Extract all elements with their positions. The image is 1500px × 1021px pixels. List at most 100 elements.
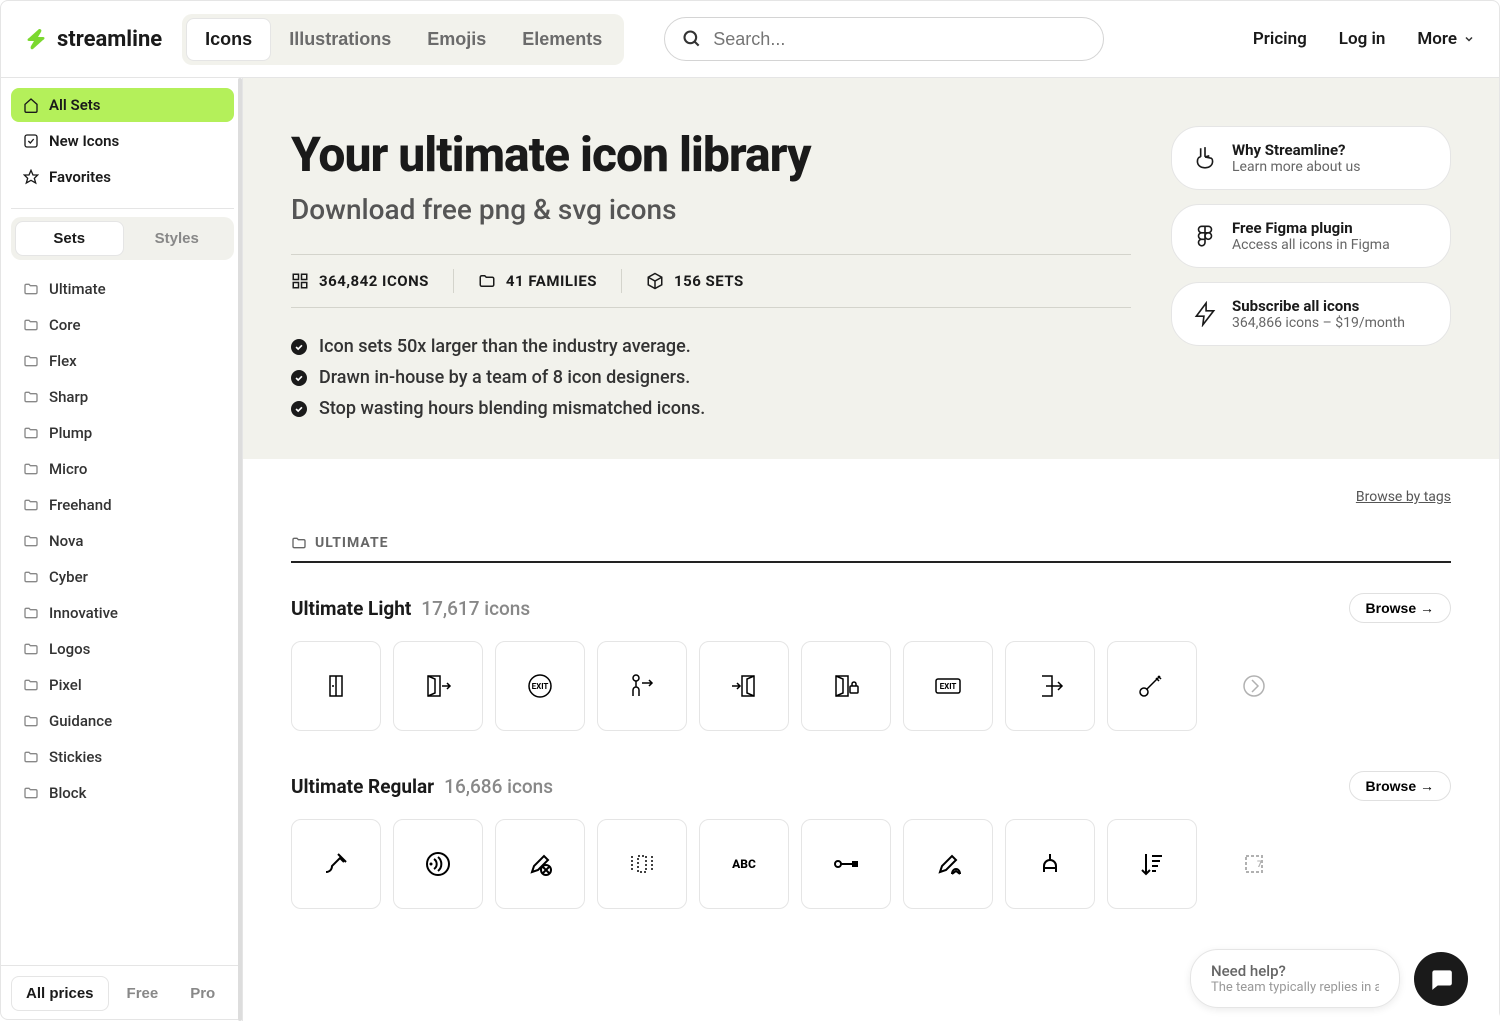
promo-figma[interactable]: Free Figma plugin Access all icons in Fi… (1171, 204, 1451, 268)
bullet-text: Stop wasting hours blending mismatched i… (319, 398, 705, 419)
icon-tile[interactable]: ABC (699, 819, 789, 909)
icon-tile[interactable] (495, 819, 585, 909)
set-row-head: Ultimate Light17,617 iconsBrowse → (291, 593, 1451, 623)
folder-item-innovative[interactable]: Innovative (11, 596, 234, 630)
more-button[interactable]: More (1417, 29, 1475, 49)
folder-item-guidance[interactable]: Guidance (11, 704, 234, 738)
check-icon (291, 401, 307, 417)
icon-tile[interactable] (1209, 641, 1299, 731)
stats-bar: 364,842 ICONS 41 FAMILIES 156 SETS (291, 254, 1131, 308)
chat-button[interactable] (1414, 952, 1468, 1006)
login-link[interactable]: Log in (1339, 29, 1386, 49)
stat-value: 41 FAMILIES (506, 272, 597, 290)
sample-icon (1030, 666, 1070, 706)
folder-item-sharp[interactable]: Sharp (11, 380, 234, 414)
chevron-down-icon (1463, 33, 1475, 45)
icon-tile[interactable] (903, 819, 993, 909)
promo-why[interactable]: Why Streamline? Learn more about us (1171, 126, 1451, 190)
nav-tab-emojis[interactable]: Emojis (409, 18, 504, 61)
price-free[interactable]: Free (113, 976, 173, 1011)
folder-item-micro[interactable]: Micro (11, 452, 234, 486)
icon-tile[interactable] (597, 641, 687, 731)
folder-icon (23, 641, 39, 657)
price-pro[interactable]: Pro (176, 976, 229, 1011)
folder-item-plump[interactable]: Plump (11, 416, 234, 450)
sidebar-item-new-icons[interactable]: New Icons (11, 124, 234, 158)
icon-tile[interactable] (1107, 641, 1197, 731)
tab-styles[interactable]: Styles (124, 221, 231, 256)
promo-title: Why Streamline? (1232, 141, 1360, 159)
icon-tile[interactable] (393, 819, 483, 909)
sample-icon: 7 (1234, 844, 1274, 884)
folder-item-cyber[interactable]: Cyber (11, 560, 234, 594)
folder-label: Micro (49, 460, 87, 478)
folder-item-core[interactable]: Core (11, 308, 234, 342)
tab-sets[interactable]: Sets (15, 221, 124, 256)
browse-button[interactable]: Browse → (1349, 593, 1451, 623)
icon-tile[interactable] (1005, 641, 1095, 731)
icon-tile[interactable] (597, 819, 687, 909)
folder-label: Freehand (49, 496, 112, 514)
icon-tile[interactable] (1005, 819, 1095, 909)
chat-title: Need help? (1211, 962, 1379, 980)
pricing-link[interactable]: Pricing (1253, 29, 1307, 49)
icon-tile[interactable]: EXIT (903, 641, 993, 731)
folder-label: Pixel (49, 676, 82, 694)
logo-mark-icon (25, 27, 49, 51)
folder-label: Stickies (49, 748, 102, 766)
icon-tile[interactable]: 7 (1209, 819, 1299, 909)
nav-tab-elements[interactable]: Elements (504, 18, 620, 61)
nav-tab-icons[interactable]: Icons (186, 18, 271, 61)
sample-icon: EXIT (520, 666, 560, 706)
folder-icon (23, 677, 39, 693)
nav-tabs: Icons Illustrations Emojis Elements (182, 14, 624, 65)
sample-icon: EXIT (928, 666, 968, 706)
set-count: 16,686 icons (444, 775, 553, 798)
browse-tags-link[interactable]: Browse by tags (291, 489, 1451, 505)
icon-tile[interactable] (699, 641, 789, 731)
stat-families: 41 FAMILIES (478, 272, 597, 290)
bullet: Icon sets 50x larger than the industry a… (291, 336, 1131, 357)
price-all[interactable]: All prices (11, 976, 109, 1011)
folder-label: Logos (49, 640, 90, 658)
folder-item-nova[interactable]: Nova (11, 524, 234, 558)
chat-bubble[interactable]: Need help? The team typically replies in… (1190, 949, 1400, 1008)
sidebar-scroll[interactable]: All Sets New Icons Favorites Sets Styles… (1, 78, 242, 965)
section-label: ULTIMATE (315, 535, 389, 551)
logo[interactable]: streamline (25, 27, 162, 52)
folder-item-stickies[interactable]: Stickies (11, 740, 234, 774)
folder-item-flex[interactable]: Flex (11, 344, 234, 378)
icon-tile[interactable] (291, 819, 381, 909)
sidebar-item-all-sets[interactable]: All Sets (11, 88, 234, 122)
icon-tile[interactable]: EXIT (495, 641, 585, 731)
star-icon (23, 169, 39, 185)
price-filter: All prices Free Pro (1, 965, 242, 1021)
lightning-icon (1192, 301, 1218, 327)
promo-subscribe[interactable]: Subscribe all icons 364,866 icons – $19/… (1171, 282, 1451, 346)
divider (453, 269, 454, 293)
box-icon (646, 272, 664, 290)
folder-item-pixel[interactable]: Pixel (11, 668, 234, 702)
icon-grid: ABC 7 (291, 819, 1451, 909)
folder-label: Core (49, 316, 81, 334)
browse-button[interactable]: Browse → (1349, 771, 1451, 801)
search-input[interactable] (664, 17, 1104, 61)
bullet-text: Drawn in-house by a team of 8 icon desig… (319, 367, 690, 388)
folder-item-freehand[interactable]: Freehand (11, 488, 234, 522)
checkbox-icon (23, 133, 39, 149)
nav-tab-illustrations[interactable]: Illustrations (271, 18, 409, 61)
sidebar-item-label: Favorites (49, 168, 111, 186)
folder-item-block[interactable]: Block (11, 776, 234, 810)
folder-label: Plump (49, 424, 92, 442)
icon-tile[interactable] (801, 641, 891, 731)
sidebar-item-favorites[interactable]: Favorites (11, 160, 234, 194)
more-label: More (1417, 29, 1457, 49)
icon-tile[interactable] (393, 641, 483, 731)
folder-item-logos[interactable]: Logos (11, 632, 234, 666)
icon-tile[interactable] (1107, 819, 1197, 909)
section-header: ULTIMATE (291, 535, 1451, 563)
main[interactable]: Your ultimate icon library Download free… (243, 78, 1499, 1021)
folder-item-ultimate[interactable]: Ultimate (11, 272, 234, 306)
icon-tile[interactable] (291, 641, 381, 731)
icon-tile[interactable] (801, 819, 891, 909)
